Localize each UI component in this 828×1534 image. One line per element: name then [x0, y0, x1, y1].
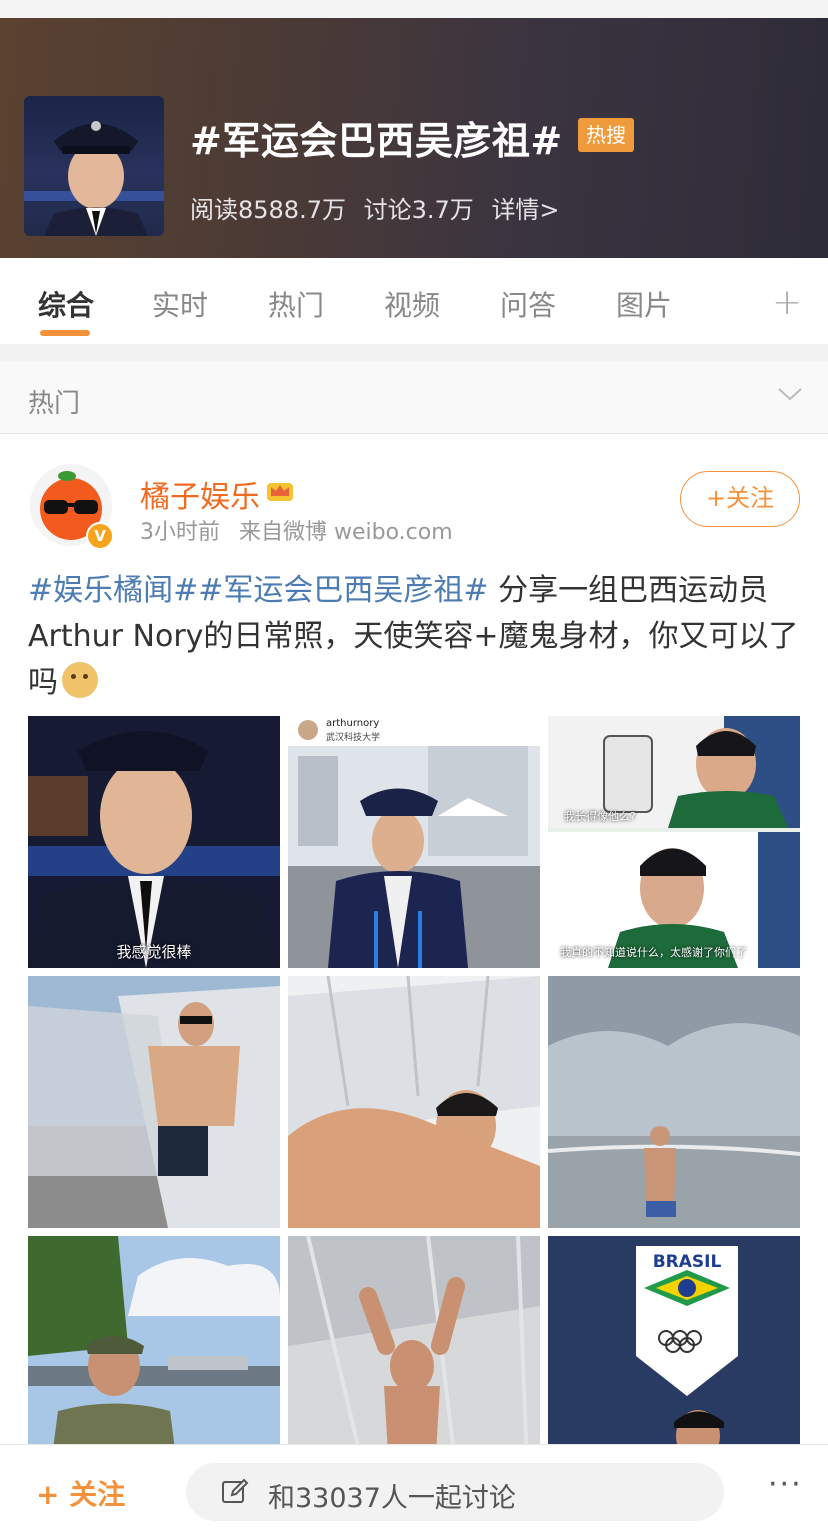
post-image[interactable]: 我感觉很棒: [28, 716, 280, 968]
tab-images[interactable]: 图片: [616, 284, 672, 324]
details-link[interactable]: 详情>: [491, 196, 559, 224]
post-image[interactable]: arthurnory 武汉科技大学: [288, 716, 540, 968]
tab-video[interactable]: 视频: [384, 284, 440, 324]
tab-hot[interactable]: 热门: [268, 284, 324, 324]
post-image[interactable]: [548, 976, 800, 1228]
post-image[interactable]: 我长得像他么? 我真的不知道说什么，太感谢了你们了: [548, 716, 800, 968]
section-header[interactable]: 热门: [0, 362, 828, 434]
instagram-account: arthurnory: [326, 718, 380, 729]
image-caption: 我感觉很棒: [116, 943, 192, 961]
image-caption: 我长得像他么?: [564, 810, 636, 823]
instagram-location: 武汉科技大学: [326, 733, 381, 743]
discussion-count: 讨论3.7万: [363, 196, 474, 224]
topic-stats: 阅读8588.7万 讨论3.7万 详情>: [190, 190, 570, 225]
plus-icon[interactable]: +: [772, 282, 802, 323]
weibo-post: V 橘子娱乐 3小时前 来自微博 weibo.com +关注 #娱乐橘闻##军运…: [0, 434, 828, 1488]
read-count: 阅读8588.7万: [190, 196, 346, 224]
verified-badge: V: [86, 522, 114, 550]
hashtag-link[interactable]: #军运会巴西吴彦祖#: [198, 573, 488, 608]
post-text: #娱乐橘闻##军运会巴西吴彦祖# 分享一组巴西运动员Arthur Nory的日常…: [28, 568, 804, 706]
post-time: 3小时前: [140, 520, 220, 545]
follow-button[interactable]: +关注: [680, 471, 800, 527]
crown-icon: [267, 483, 293, 501]
doge-emoji-icon: [62, 662, 98, 698]
tab-comprehensive[interactable]: 综合: [38, 284, 94, 324]
bottom-bar: + 关注 和33037人一起讨论 ···: [0, 1444, 828, 1534]
post-source: 来自微博 weibo.com: [239, 520, 453, 545]
tab-bar: 综合 实时 热门 视频 问答 图片 +: [0, 258, 828, 344]
post-image[interactable]: [28, 976, 280, 1228]
topic-title: #军运会巴西吴彦祖#: [190, 119, 563, 163]
topic-header: #军运会巴西吴彦祖# 热搜 阅读8588.7万 讨论3.7万 详情>: [0, 18, 828, 258]
more-options-icon[interactable]: ···: [768, 1467, 803, 1502]
topic-cover-image[interactable]: [24, 96, 164, 236]
divider: [0, 344, 828, 362]
post-meta: 3小时前 来自微博 weibo.com: [140, 514, 465, 546]
follow-topic-button[interactable]: + 关注: [36, 1473, 125, 1513]
hashtag-link[interactable]: #娱乐橘闻#: [28, 573, 198, 608]
section-label: 热门: [28, 389, 81, 419]
tab-qa[interactable]: 问答: [500, 284, 556, 324]
chevron-down-icon[interactable]: [776, 380, 804, 408]
discuss-placeholder: 和33037人一起讨论: [268, 1483, 516, 1514]
discuss-input[interactable]: 和33037人一起讨论: [186, 1463, 724, 1521]
image-caption: 我真的不知道说什么，太感谢了你们了: [560, 946, 747, 959]
post-image[interactable]: [288, 976, 540, 1228]
tab-realtime[interactable]: 实时: [152, 284, 208, 324]
status-strip: [0, 0, 828, 18]
brasil-logo-text: BRASIL: [652, 1252, 722, 1272]
edit-icon: [222, 1478, 249, 1503]
active-tab-indicator: [40, 330, 90, 336]
hot-badge: 热搜: [578, 118, 634, 152]
author-name[interactable]: 橘子娱乐: [140, 472, 260, 516]
